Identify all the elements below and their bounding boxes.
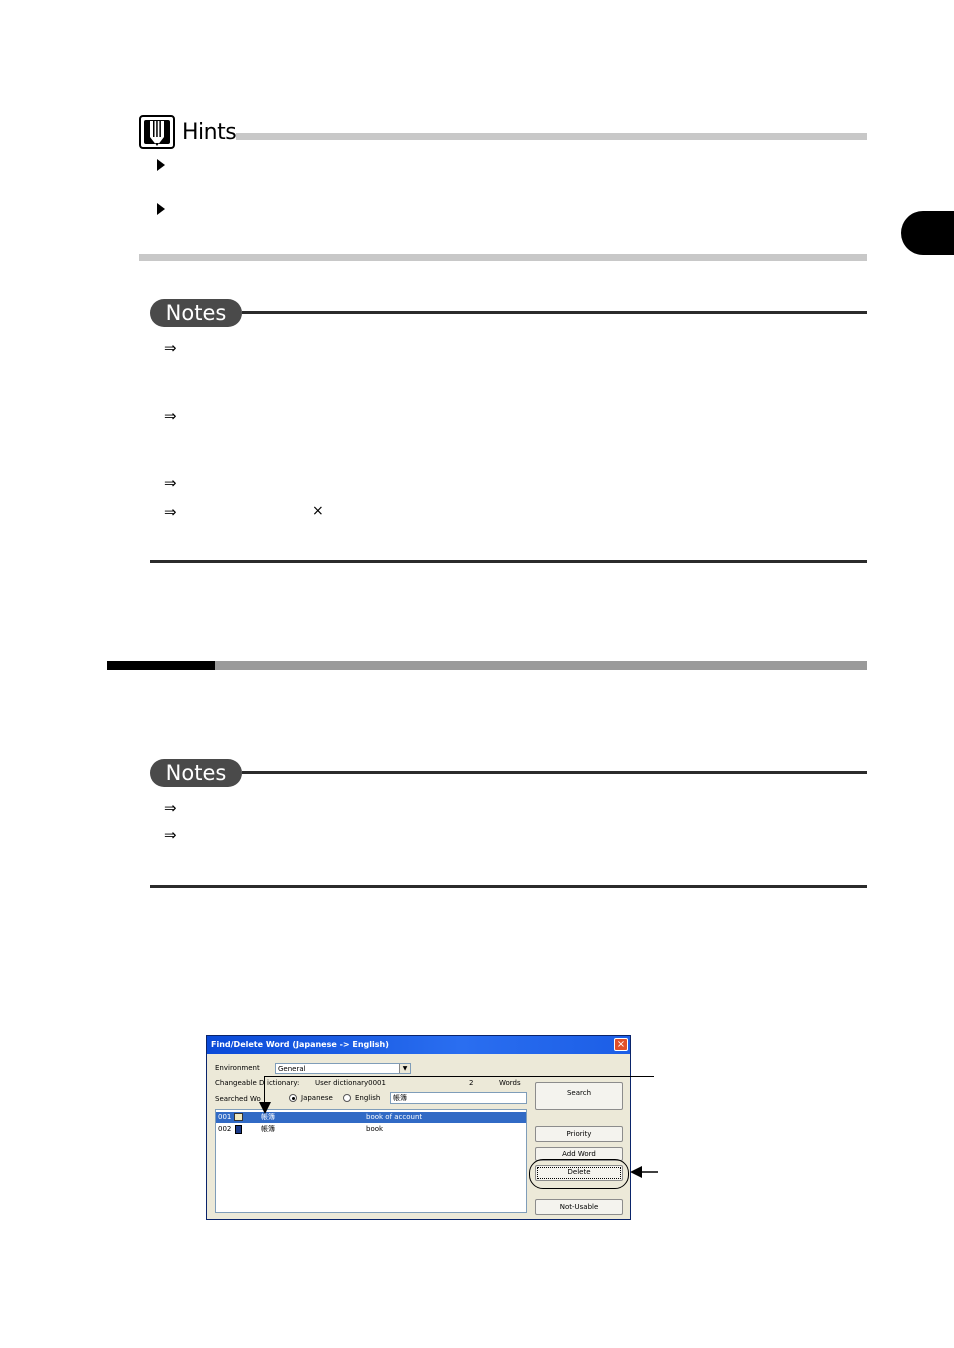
arrow-bullet: ⇒	[164, 826, 177, 844]
dictionary-name: User dictionary0001	[315, 1079, 386, 1087]
priority-button[interactable]: Priority	[535, 1126, 623, 1142]
changeable-label: Changeable D	[215, 1079, 265, 1087]
hints-bottom-rule	[139, 254, 867, 261]
arrow-left-icon	[630, 1166, 658, 1178]
delete-highlight-ring	[529, 1159, 629, 1189]
target-word: book of account	[366, 1113, 423, 1121]
arrow-down-icon	[259, 1102, 271, 1114]
list-item[interactable]: 002 帳簿 book	[216, 1124, 526, 1135]
row-number: 002	[218, 1125, 232, 1133]
target-word: book	[366, 1125, 384, 1133]
environment-value: General	[278, 1065, 306, 1073]
bullet-triangle-icon	[157, 159, 165, 171]
source-word: 帳簿	[261, 1125, 275, 1133]
english-radio-label: English	[355, 1094, 381, 1102]
close-icon[interactable]: ×	[614, 1038, 628, 1051]
notes-rule	[242, 311, 867, 314]
row-number: 001	[218, 1113, 232, 1121]
search-button[interactable]: Search	[535, 1082, 623, 1110]
dictionary-icon	[235, 1125, 242, 1134]
notes-badge: Notes	[150, 759, 242, 787]
english-radio[interactable]	[343, 1094, 351, 1102]
arrow-bullet: ⇒	[164, 339, 177, 357]
edit-icon	[234, 1113, 243, 1121]
word-count: 2	[469, 1079, 474, 1087]
pencil-icon	[139, 115, 175, 149]
search-input[interactable]: 帳簿	[390, 1092, 527, 1104]
hints-rule	[236, 133, 867, 140]
dialog-title: Find/Delete Word (Japanese -> English)	[207, 1036, 630, 1054]
callout-line	[264, 1076, 654, 1077]
word-list[interactable]: 001 帳簿 book of account 002 帳簿 book	[215, 1109, 527, 1213]
chevron-down-icon[interactable]: ▼	[399, 1064, 410, 1073]
searched-word-label: Searched Wo	[215, 1095, 261, 1103]
japanese-radio-label: Japanese	[301, 1094, 333, 1102]
words-label: Words	[499, 1079, 521, 1087]
section-bar-black	[107, 661, 215, 670]
environment-select[interactable]: General ▼	[275, 1063, 411, 1074]
bullet-triangle-icon	[157, 203, 165, 215]
japanese-radio[interactable]	[289, 1094, 297, 1102]
not-usable-button[interactable]: Not-Usable	[535, 1199, 623, 1215]
changeable-label-rest: ictionary:	[267, 1079, 300, 1087]
chapter-tab	[901, 211, 954, 255]
arrow-bullet: ⇒	[164, 474, 177, 492]
notes-badge: Notes	[150, 299, 242, 327]
find-delete-word-dialog: Find/Delete Word (Japanese -> English) ×…	[206, 1035, 631, 1220]
hints-title: Hints	[182, 120, 237, 145]
notes-rule	[242, 771, 867, 774]
environment-label: Environment	[215, 1064, 260, 1072]
arrow-bullet: ⇒	[164, 799, 177, 817]
arrow-bullet: ⇒	[164, 503, 177, 521]
times-symbol: ×	[312, 503, 324, 519]
notes-end-rule	[150, 560, 867, 563]
arrow-bullet: ⇒	[164, 407, 177, 425]
notes-end-rule	[150, 885, 867, 888]
section-bar-gray	[215, 661, 867, 670]
